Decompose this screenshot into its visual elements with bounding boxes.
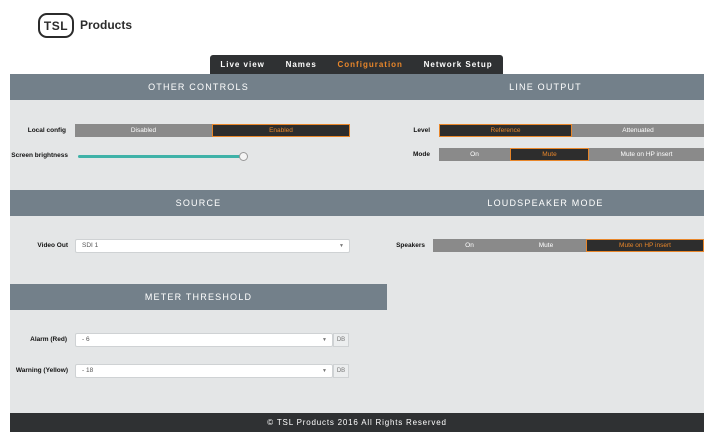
screen-brightness-handle[interactable] [239,152,248,161]
section-header-other-controls: OTHER CONTROLS [10,74,387,100]
section-title: METER THRESHOLD [144,292,253,302]
level-label: Level [413,127,430,134]
level-attenuated-button[interactable]: Attenuated [572,124,704,137]
footer: © TSL Products 2016 All Rights Reserved [10,413,704,432]
speakers-label: Speakers [396,242,425,249]
main-nav: Live view Names Configuration Network Se… [210,55,503,74]
speakers-mute-on-hp-insert-button[interactable]: Mute on HP insert [586,239,704,252]
mode-label: Mode [413,151,430,158]
speakers-mute-button[interactable]: Mute [506,239,586,252]
alarm-threshold-value: - 6 [82,336,90,343]
footer-text: © TSL Products 2016 All Rights Reserved [267,418,447,427]
tsl-logo: TSL [38,13,74,38]
screen-brightness-label: Screen brightness [11,152,68,159]
section-header-loudspeaker-mode: LOUDSPEAKER MODE [387,190,704,216]
section-header-line-output: LINE OUTPUT [387,74,704,100]
tab-network-setup[interactable]: Network Setup [424,60,493,69]
video-out-value: SDI 1 [82,242,99,249]
screen-brightness-slider[interactable] [78,155,242,158]
mode-mute-on-hp-insert-button[interactable]: Mute on HP insert [589,148,704,161]
speakers-on-button[interactable]: On [433,239,506,252]
alarm-threshold-select[interactable]: - 6 ▼ [75,333,333,347]
local-config-enabled-button[interactable]: Enabled [212,124,350,137]
brand-name: Products [80,18,133,32]
section-title: OTHER CONTROLS [148,82,249,92]
section-header-meter-threshold: METER THRESHOLD [10,284,387,310]
video-out-label: Video Out [37,242,68,249]
warning-threshold-value: - 18 [82,367,94,374]
chevron-down-icon: ▼ [339,243,344,249]
tab-live-view[interactable]: Live view [220,60,265,69]
section-title: LOUDSPEAKER MODE [487,198,604,208]
warning-yellow-label: Warning (Yellow) [15,367,68,374]
chevron-down-icon: ▼ [322,368,327,374]
alarm-red-label: Alarm (Red) [30,336,67,343]
section-header-source: SOURCE [10,190,387,216]
alarm-unit-badge: DB [333,333,349,347]
video-out-select[interactable]: SDI 1 ▼ [75,239,350,253]
section-title: LINE OUTPUT [509,82,582,92]
warning-threshold-select[interactable]: - 18 ▼ [75,364,333,378]
chevron-down-icon: ▼ [322,337,327,343]
level-reference-button[interactable]: Reference [439,124,572,137]
logo-text: TSL [43,18,69,33]
section-title: SOURCE [175,198,222,208]
local-config-disabled-button[interactable]: Disabled [75,124,212,137]
mode-mute-button[interactable]: Mute [510,148,589,161]
warning-unit-badge: DB [333,364,349,378]
mode-on-button[interactable]: On [439,148,510,161]
local-config-label: Local config [27,127,66,134]
tab-configuration[interactable]: Configuration [338,60,403,69]
tab-names[interactable]: Names [286,60,317,69]
